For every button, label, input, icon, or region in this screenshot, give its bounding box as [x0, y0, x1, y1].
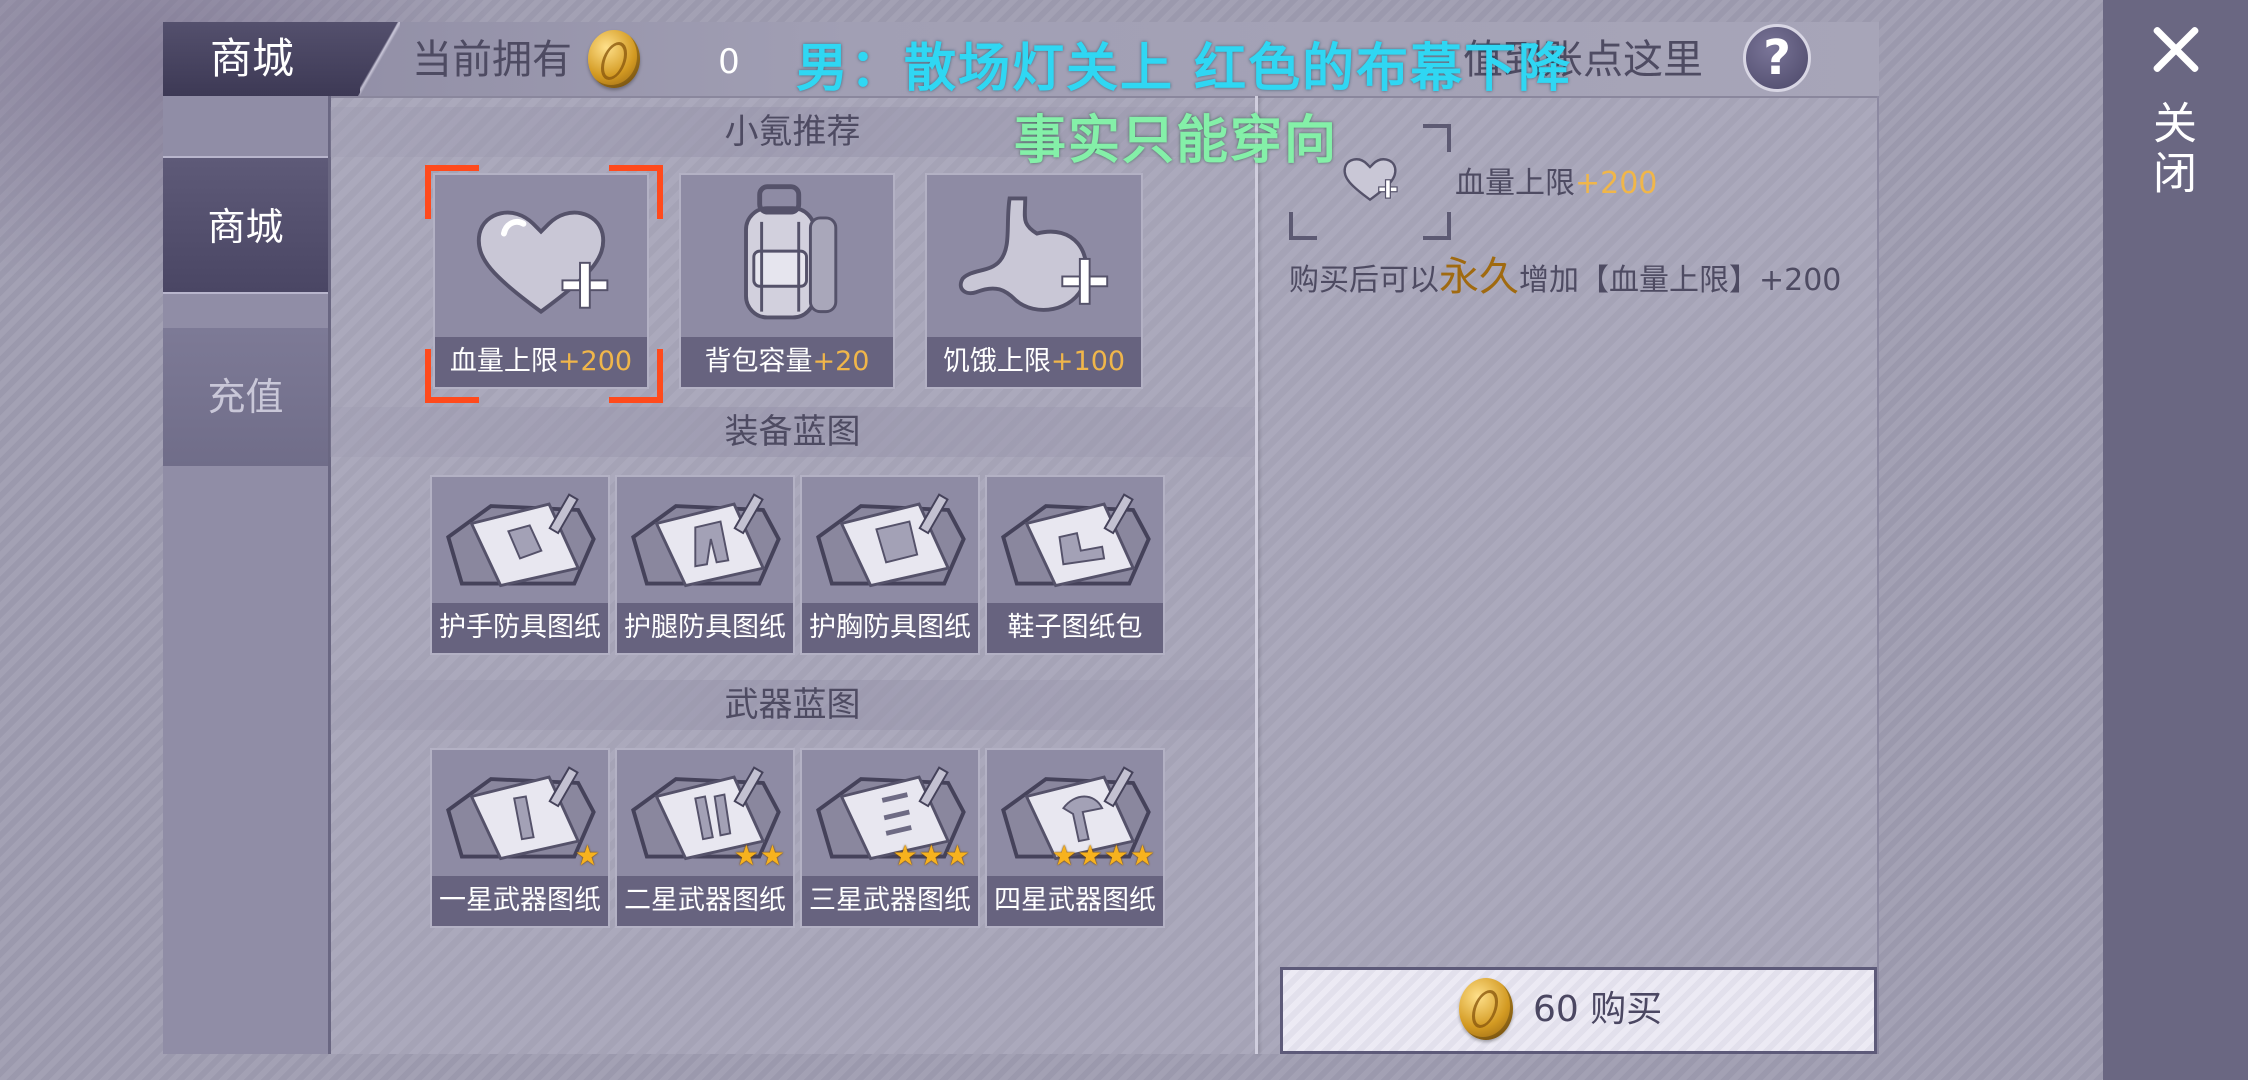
blueprint-shoes-icon — [1001, 493, 1151, 588]
selection-corner — [609, 349, 663, 403]
star-icon: ★ — [918, 839, 944, 872]
item-label: 一星武器图纸 — [432, 876, 608, 926]
coin-icon — [1459, 978, 1513, 1040]
selection-corner — [609, 165, 663, 219]
coin-icon — [588, 30, 640, 88]
shop-tab-edge — [360, 22, 400, 96]
star-icon: ★ — [574, 839, 600, 872]
item-label: 饥饿上限+100 — [927, 337, 1141, 387]
item-label: 护手防具图纸 — [432, 603, 608, 653]
selection-corner — [425, 349, 479, 403]
help-button[interactable]: ? — [1743, 24, 1811, 92]
buy-button-label: 60 购买 — [1533, 989, 1663, 1030]
heart-plus-icon — [1343, 158, 1398, 202]
section-title-weapons: 武器蓝图 — [330, 680, 1255, 730]
item-label: 三星武器图纸 — [802, 876, 978, 926]
item-card-weapon-3star[interactable]: ★ ★ ★ 三星武器图纸 — [800, 748, 980, 928]
star-icon: ★ — [944, 839, 970, 872]
backpack-icon — [744, 184, 838, 320]
item-card-pants-blueprint[interactable]: 护腿防具图纸 — [615, 475, 795, 655]
item-label: 鞋子图纸包 — [987, 603, 1163, 653]
star-icon: ★ — [1051, 839, 1077, 872]
item-card-chest-blueprint[interactable]: 护胸防具图纸 — [800, 475, 980, 655]
owned-label: 当前拥有 — [412, 37, 572, 83]
detail-item-name: 血量上限+200 — [1455, 166, 1658, 201]
item-card-weapon-2star[interactable]: ★ ★ 二星武器图纸 — [615, 748, 795, 928]
item-card-backpack[interactable]: 背包容量+20 — [679, 173, 895, 389]
item-label: 四星武器图纸 — [987, 876, 1163, 926]
sidebar-item-shop[interactable]: 商城 — [163, 156, 328, 294]
item-label: 护腿防具图纸 — [617, 603, 793, 653]
blueprint-chest-icon — [816, 493, 966, 588]
coin-amount: 0 — [718, 42, 740, 82]
star-rating: ★ ★ — [734, 842, 785, 870]
item-card-hunger-max[interactable]: 饥饿上限+100 — [925, 173, 1143, 389]
blueprint-gloves-icon — [446, 493, 596, 588]
star-icon: ★ — [1077, 839, 1103, 872]
panel-divider — [1255, 96, 1258, 1054]
blueprint-pants-icon — [631, 493, 781, 588]
item-label: 二星武器图纸 — [617, 876, 793, 926]
sidebar-item-recharge[interactable]: 充值 — [163, 328, 328, 466]
star-icon: ★ — [733, 839, 759, 872]
subtitle-line-1: 男：散场灯关上 红色的布幕下降 — [796, 39, 1573, 99]
star-icon: ★ — [1129, 839, 1155, 872]
selection-corner — [425, 165, 479, 219]
star-icon: ★ — [759, 839, 785, 872]
star-icon: ★ — [1103, 839, 1129, 872]
stomach-plus-icon — [958, 196, 1109, 312]
close-icon[interactable] — [2148, 22, 2204, 78]
panel-right-edge — [1877, 96, 1879, 1054]
frame-corner — [1423, 212, 1451, 240]
section-title-gear: 装备蓝图 — [330, 407, 1255, 457]
item-card-weapon-4star[interactable]: ★ ★ ★ ★ 四星武器图纸 — [985, 748, 1165, 928]
star-icon: ★ — [892, 839, 918, 872]
item-label: 背包容量+20 — [681, 337, 893, 387]
item-card-gloves-blueprint[interactable]: 护手防具图纸 — [430, 475, 610, 655]
frame-corner — [1289, 212, 1317, 240]
item-card-shoes-blueprint[interactable]: 鞋子图纸包 — [985, 475, 1165, 655]
subtitle-line-2: 事实只能穿向 — [1014, 111, 1339, 171]
star-rating: ★ — [575, 842, 600, 870]
close-label: 关闭 — [2145, 100, 2196, 200]
detail-description: 购买后可以永久增加【血量上限】+200 — [1289, 254, 1842, 300]
star-rating: ★ ★ ★ ★ — [1052, 842, 1155, 870]
star-rating: ★ ★ ★ — [893, 842, 970, 870]
item-label: 护胸防具图纸 — [802, 603, 978, 653]
frame-corner — [1423, 124, 1451, 152]
item-card-weapon-1star[interactable]: ★ 一星武器图纸 — [430, 748, 610, 928]
